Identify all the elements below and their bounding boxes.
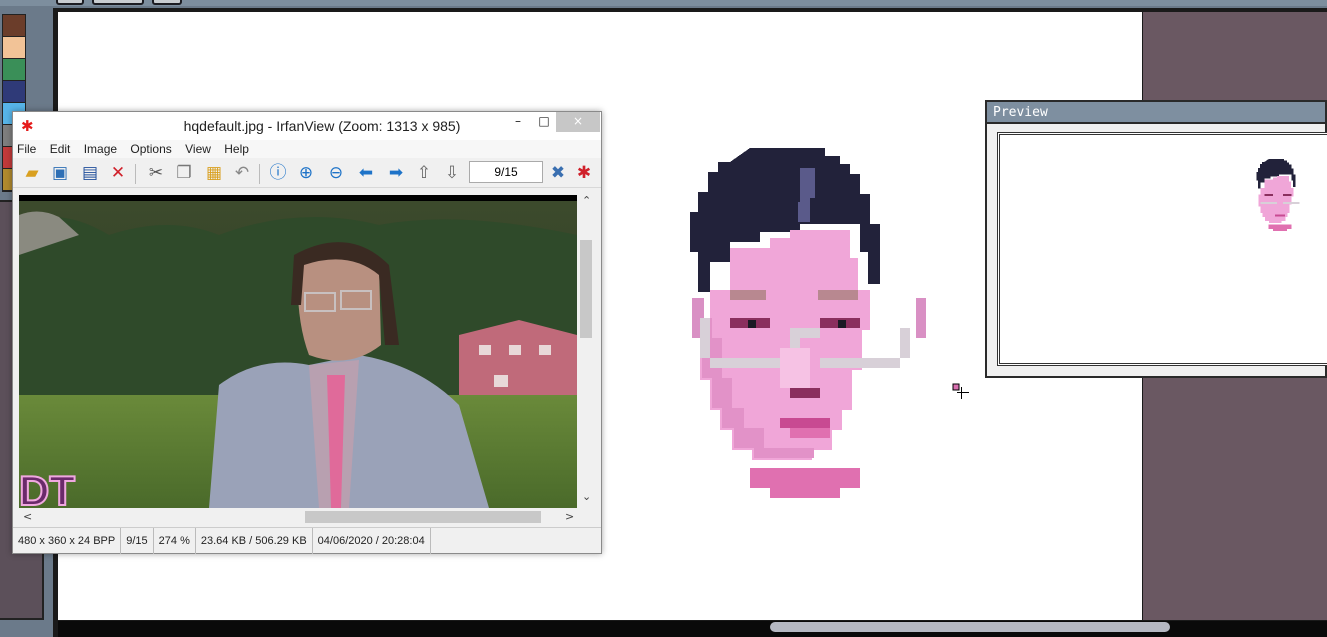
canvas-scrollbar-thumb[interactable]	[770, 622, 1170, 632]
toolbar-button[interactable]	[92, 0, 144, 5]
palette-swatch[interactable]	[3, 59, 25, 81]
palette-swatch[interactable]	[3, 15, 25, 37]
toolbar-separator	[259, 164, 260, 184]
zoom-out-icon[interactable]: ⊖	[325, 162, 347, 184]
irfanview-window[interactable]: ✱ hqdefault.jpg - IrfanView (Zoom: 1313 …	[12, 111, 602, 554]
menu-file[interactable]: File	[17, 140, 36, 158]
delete-icon[interactable]: ✕	[107, 162, 129, 184]
palette-swatch[interactable]	[3, 81, 25, 103]
next-icon[interactable]: ➡	[385, 162, 407, 184]
menu-options[interactable]: Options	[130, 140, 171, 158]
info-icon[interactable]: ⓘ	[267, 162, 289, 184]
folder-open-icon[interactable]: ▰	[21, 162, 43, 184]
undo-icon[interactable]: ↶	[231, 162, 253, 184]
menu-view[interactable]: View	[185, 140, 211, 158]
status-dimensions: 480 x 360 x 24 BPP	[13, 528, 122, 554]
status-size: 23.64 KB / 506.29 KB	[196, 528, 313, 554]
scroll-up-icon[interactable]: ⌃	[582, 194, 591, 207]
previous-icon[interactable]: ⬅	[355, 162, 377, 184]
copy-icon[interactable]: ❐	[173, 162, 195, 184]
cut-icon[interactable]: ✂	[145, 162, 167, 184]
status-datetime: 04/06/2020 / 20:28:04	[313, 528, 431, 554]
horizontal-scrollbar-thumb[interactable]	[305, 511, 541, 523]
maximize-button[interactable]: □	[533, 112, 555, 132]
preview-canvas	[997, 132, 1327, 366]
thumbnails-icon[interactable]: ▣	[49, 162, 71, 184]
page-number-input[interactable]: 9/15	[469, 161, 543, 183]
preview-window[interactable]: Preview	[985, 100, 1327, 378]
last-page-icon[interactable]: ⇩	[441, 162, 463, 184]
vertical-scrollbar-thumb[interactable]	[580, 240, 592, 338]
pixel-face-sprite	[690, 148, 926, 498]
vertical-scrollbar[interactable]: ⌃ ⌄	[577, 192, 595, 510]
status-page: 9/15	[121, 528, 154, 554]
settings-icon[interactable]: ✖	[547, 162, 569, 184]
image-view[interactable]: DT	[19, 195, 577, 508]
palette-swatch[interactable]	[3, 37, 25, 59]
svg-text:DT: DT	[19, 467, 75, 508]
toolbar-button[interactable]	[152, 0, 182, 5]
menu-image[interactable]: Image	[84, 140, 117, 158]
title-bar[interactable]: ✱ hqdefault.jpg - IrfanView (Zoom: 1313 …	[13, 112, 601, 140]
status-zoom: 274 %	[154, 528, 196, 554]
zoom-in-icon[interactable]: ⊕	[295, 162, 317, 184]
scroll-left-icon[interactable]: <	[23, 510, 32, 523]
close-button[interactable]: ×	[556, 112, 600, 132]
paste-icon[interactable]: ▦	[203, 162, 225, 184]
irfanview-logo-icon[interactable]: ✱	[573, 162, 595, 184]
preview-face-thumbnail	[1256, 159, 1300, 231]
menu-edit[interactable]: Edit	[50, 140, 71, 158]
preview-title[interactable]: Preview	[987, 102, 1325, 124]
scroll-right-icon[interactable]: >	[565, 510, 574, 523]
toolbar: ▰ ▣ ▤ ✕ ✂ ❐ ▦ ↶ ⓘ ⊕ ⊖ ⬅ ➡ ⇧ ⇩ 9/15 ✖ ✱	[13, 158, 601, 188]
first-page-icon[interactable]: ⇧	[413, 162, 435, 184]
menu-help[interactable]: Help	[224, 140, 249, 158]
status-bar: 480 x 360 x 24 BPP 9/15 274 % 23.64 KB / 50…	[13, 527, 601, 554]
editor-toolbar	[0, 0, 1327, 6]
crosshair-cursor-icon	[952, 383, 969, 399]
scroll-down-icon[interactable]: ⌄	[582, 490, 591, 503]
photo: DT	[19, 195, 577, 508]
horizontal-scrollbar[interactable]: < >	[19, 508, 577, 526]
menu-bar: File Edit Image Options View Help	[13, 140, 601, 158]
toolbar-button[interactable]	[56, 0, 84, 5]
toolbar-separator	[135, 164, 136, 184]
minimize-button[interactable]: –	[507, 112, 529, 132]
save-icon[interactable]: ▤	[79, 162, 101, 184]
